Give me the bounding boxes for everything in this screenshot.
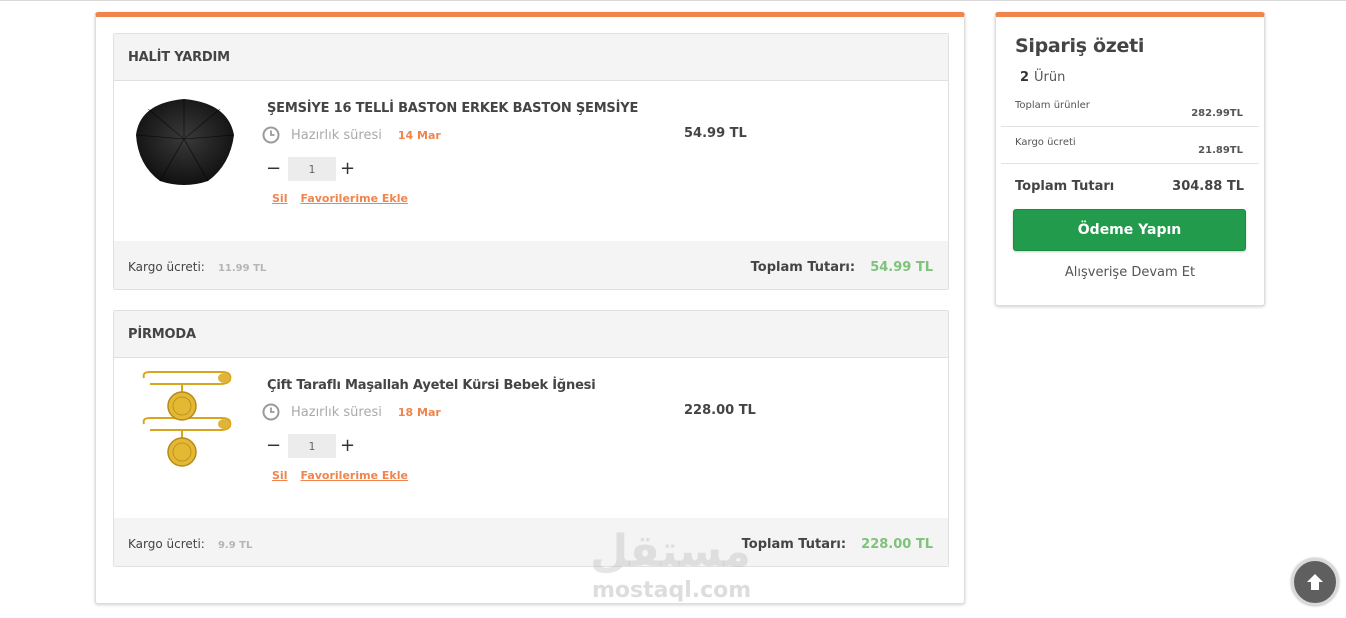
product-price: 228.00 TL (684, 403, 756, 418)
prep-time: Hazırlık süresi 14 Mar (262, 126, 441, 144)
seller-group-pirmoda: PİRMODA Çift Taraflı Maşallah Ayetel Kür… (113, 310, 949, 567)
products-total-value: 282.99TL (1191, 108, 1243, 119)
summary-title: Sipariş özeti (1015, 35, 1145, 57)
delete-link[interactable]: Sil (272, 469, 287, 482)
item-actions: Sil Favorilerime Ekle (272, 192, 408, 205)
clock-icon (262, 403, 280, 421)
cart-item: ŞEMSİYE 16 TELLİ BASTON ERKEK BASTON ŞEM… (114, 81, 948, 241)
item-actions: Sil Favorilerime Ekle (272, 469, 408, 482)
total-value: 228.00 TL (861, 536, 933, 552)
seller-footer: Kargo ücreti: 11.99 TL Toplam Tutarı: 54… (114, 241, 948, 289)
shipping-value: 9.9 TL (217, 539, 253, 551)
seller-name: PİRMODA (114, 311, 948, 358)
seller-footer: Kargo ücreti: 9.9 TL Toplam Tutarı: 228.… (114, 518, 948, 566)
umbrella-image[interactable] (130, 95, 238, 187)
decrease-button[interactable]: − (266, 160, 281, 178)
shipping-total-value: 21.89TL (1198, 145, 1243, 156)
prep-time: Hazırlık süresi 18 Mar (262, 403, 441, 421)
shipping-label: Kargo ücreti: (128, 536, 205, 551)
total-value: 54.99 TL (870, 259, 933, 275)
add-favorite-link[interactable]: Favorilerime Ekle (300, 192, 407, 205)
product-price: 54.99 TL (684, 126, 747, 141)
quantity-stepper: − + (266, 434, 355, 458)
item-count-label: Ürün (1034, 70, 1066, 85)
cart-panel: HALİT YARDIM ŞEMSİYE 16 TELLİ BASTON ERK… (95, 12, 965, 604)
products-total-label: Toplam ürünler (1015, 100, 1090, 111)
prep-label: Hazırlık süresi (291, 404, 382, 420)
seller-name: HALİT YARDIM (114, 34, 948, 81)
increase-button[interactable]: + (340, 160, 355, 178)
product-name[interactable]: ŞEMSİYE 16 TELLİ BASTON ERKEK BASTON ŞEM… (267, 101, 638, 116)
prep-date: 14 Mar (397, 128, 441, 142)
quantity-input[interactable] (288, 157, 336, 181)
grand-total-value: 304.88 TL (1172, 179, 1244, 194)
shipping-total-label: Kargo ücreti (1015, 137, 1076, 148)
continue-shopping-link[interactable]: Alışverişe Devam Et (996, 265, 1264, 280)
gold-pin-image[interactable] (130, 368, 238, 472)
quantity-input[interactable] (288, 434, 336, 458)
add-favorite-link[interactable]: Favorilerime Ekle (300, 469, 407, 482)
product-name[interactable]: Çift Taraflı Maşallah Ayetel Kürsi Bebek… (267, 378, 596, 393)
shipping-total-row: Kargo ücreti 21.89TL (1001, 128, 1259, 164)
top-divider (0, 0, 1346, 1)
delete-link[interactable]: Sil (272, 192, 287, 205)
decrease-button[interactable]: − (266, 437, 281, 455)
item-count: 2 Ürün (1020, 70, 1065, 85)
checkout-button[interactable]: Ödeme Yapın (1013, 209, 1246, 251)
clock-icon (262, 126, 280, 144)
order-summary-panel: Sipariş özeti 2 Ürün Toplam ürünler 282.9… (995, 12, 1265, 306)
grand-total-label: Toplam Tutarı (1015, 179, 1115, 194)
arrow-up-icon (1307, 574, 1323, 590)
prep-date: 18 Mar (397, 405, 441, 419)
quantity-stepper: − + (266, 157, 355, 181)
scroll-top-button[interactable] (1291, 558, 1339, 606)
products-total-row: Toplam ürünler 282.99TL (1001, 91, 1259, 127)
shipping-label: Kargo ücreti: (128, 259, 205, 274)
total-label: Toplam Tutarı: (750, 259, 856, 275)
item-count-number: 2 (1020, 70, 1030, 85)
prep-label: Hazırlık süresi (291, 127, 382, 143)
increase-button[interactable]: + (340, 437, 355, 455)
total-label: Toplam Tutarı: (741, 536, 847, 552)
shipping-value: 11.99 TL (217, 262, 267, 274)
seller-group-halit-yardim: HALİT YARDIM ŞEMSİYE 16 TELLİ BASTON ERK… (113, 33, 949, 290)
cart-item: Çift Taraflı Maşallah Ayetel Kürsi Bebek… (114, 358, 948, 518)
